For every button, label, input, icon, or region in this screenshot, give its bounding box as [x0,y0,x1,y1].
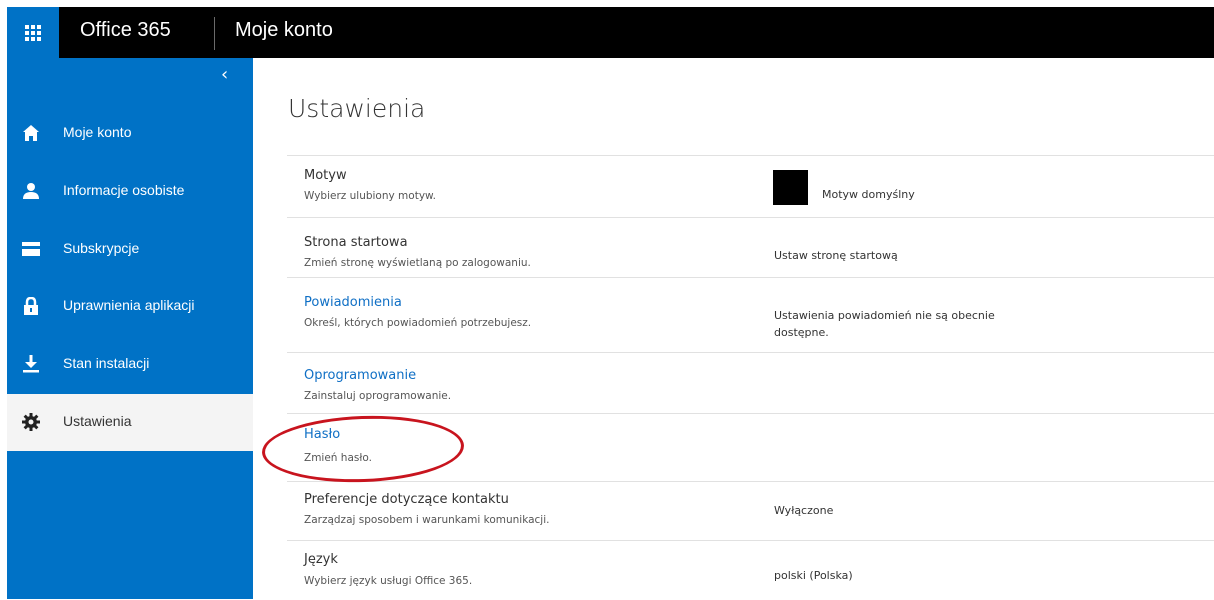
theme-swatch[interactable] [773,170,808,205]
row-value: polski (Polska) [774,569,853,582]
header-divider [214,17,215,50]
top-bar: Office 365 Moje konto [7,7,1214,58]
settings-row-motyw[interactable]: Motyw Wybierz ulubiony motyw. Motyw domy… [287,155,1214,216]
settings-row-jezyk[interactable]: Język Wybierz język usługi Office 365. p… [287,540,1214,600]
row-title: Motyw [304,168,347,183]
row-value: Ustawienia powiadomień nie są obecnie do… [774,309,995,339]
row-title: Strona startowa [304,235,408,250]
row-description: Określ, których powiadomień potrzebujesz… [304,317,532,329]
waffle-icon [25,24,41,41]
row-description: Wybierz ulubiony motyw. [304,190,437,202]
row-value: Ustaw stronę startową [774,249,898,262]
person-icon [21,181,41,201]
sidebar: ‹ Moje konto Informacje osobiste Subskry… [7,58,253,599]
sidebar-item-informacje-osobiste[interactable]: Informacje osobiste [7,163,253,220]
row-title-link[interactable]: Oprogramowanie [304,368,416,383]
row-title: Język [304,552,338,567]
row-value: Wyłączone [774,504,834,517]
row-description: Wybierz język usługi Office 365. [304,575,473,587]
sidebar-item-subskrypcje[interactable]: Subskrypcje [7,221,253,278]
row-value: Motyw domyślny [822,188,915,201]
app-launcher-button[interactable] [7,7,59,58]
gear-icon [21,412,41,432]
sidebar-item-label: Uprawnienia aplikacji [63,297,195,313]
collapse-sidebar-button[interactable]: ‹ [221,64,228,85]
page-title: Ustawienia [288,94,426,123]
sidebar-item-ustawienia[interactable]: Ustawienia [7,394,253,451]
sidebar-item-label: Ustawienia [63,413,132,429]
sidebar-item-label: Moje konto [63,124,132,140]
settings-row-strona-startowa[interactable]: Strona startowa Zmień stronę wyświetlaną… [287,217,1214,278]
row-description: Zarządzaj sposobem i warunkami komunikac… [304,514,550,526]
download-icon [21,354,41,374]
settings-row-powiadomienia[interactable]: Powiadomienia Określ, których powiadomie… [287,277,1214,353]
sidebar-item-stan-instalacji[interactable]: Stan instalacji [7,336,253,393]
settings-row-oprogramowanie[interactable]: Oprogramowanie Zainstaluj oprogramowanie… [287,352,1214,413]
sidebar-item-moje-konto[interactable]: Moje konto [7,105,253,162]
settings-row-preferencje-kontaktu[interactable]: Preferencje dotyczące kontaktu Zarządzaj… [287,481,1214,542]
home-icon [21,123,41,143]
brand-name[interactable]: Office 365 [80,19,171,42]
sidebar-item-label: Subskrypcje [63,240,140,256]
row-description: Zainstaluj oprogramowanie. [304,390,452,402]
sidebar-item-label: Informacje osobiste [63,182,185,198]
row-title-link[interactable]: Powiadomienia [304,295,402,310]
row-title: Preferencje dotyczące kontaktu [304,492,509,507]
row-description: Zmień stronę wyświetlaną po zalogowaniu. [304,257,531,269]
app-title: Moje konto [235,19,333,41]
sidebar-item-label: Stan instalacji [63,355,150,371]
sidebar-item-uprawnienia-aplikacji[interactable]: Uprawnienia aplikacji [7,278,253,335]
lock-icon [21,296,41,316]
main-content: Ustawienia Motyw Wybierz ulubiony motyw.… [253,58,1214,599]
card-icon [21,239,41,259]
